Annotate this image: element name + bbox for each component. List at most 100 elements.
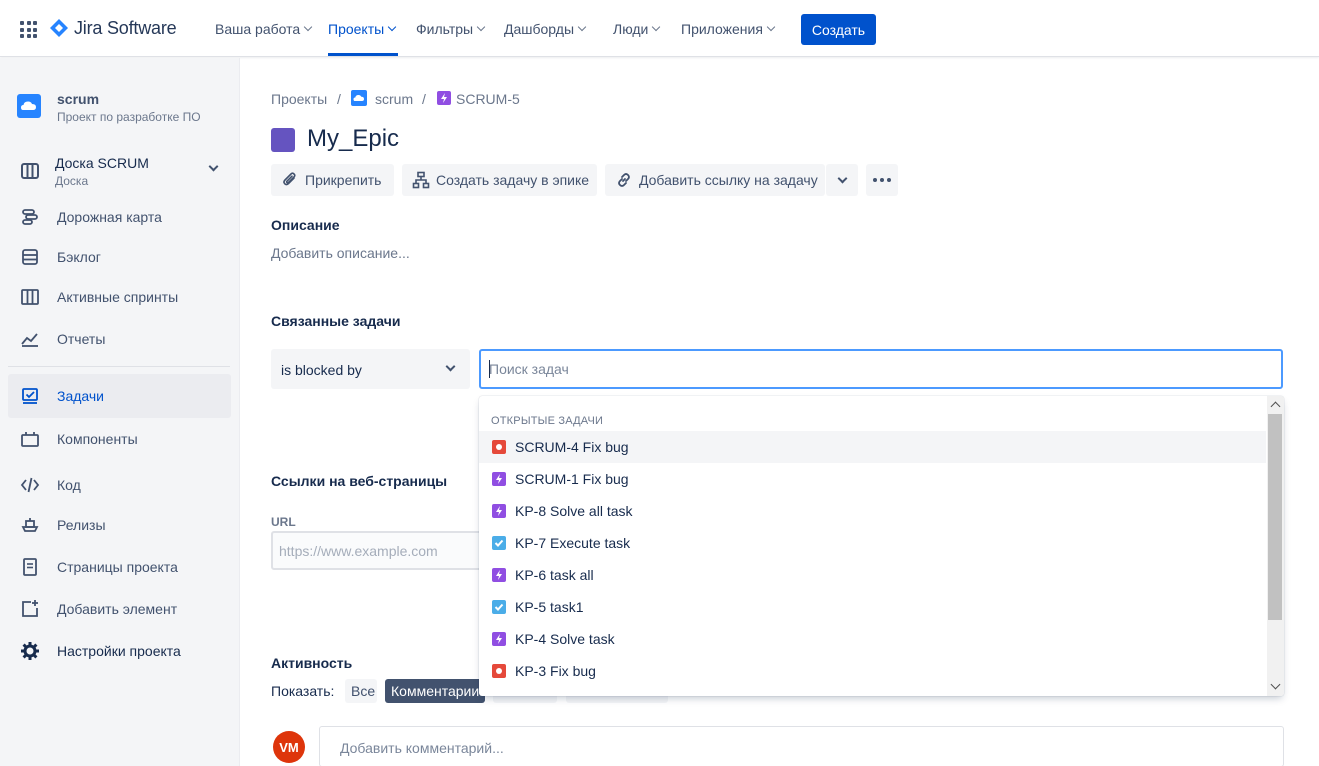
sidebar-item-label: Бэклог — [57, 249, 101, 265]
create-issue-in-epic-button[interactable]: Создать задачу в эпике — [402, 164, 597, 196]
dropdown-item[interactable]: SCRUM-4 Fix bug — [479, 431, 1266, 463]
reports-icon — [20, 329, 40, 349]
activity-filter-comments[interactable]: Комментарии — [385, 679, 485, 703]
dropdown-item[interactable]: SCRUM-1 Fix bug — [479, 463, 1266, 495]
attach-label: Прикрепить — [305, 172, 382, 188]
board-icon — [20, 161, 40, 181]
sidebar-item-label: Активные спринты — [57, 289, 179, 305]
add-link-label: Добавить ссылку на задачу — [639, 172, 818, 188]
nav-filters[interactable]: Фильтры — [416, 21, 486, 37]
sidebar-item-sprints[interactable]: Активные спринты — [8, 275, 231, 319]
add-item-icon — [20, 599, 40, 619]
hierarchy-icon — [412, 171, 430, 189]
project-name[interactable]: scrum — [57, 91, 99, 107]
nav-people[interactable]: Люди — [613, 21, 661, 37]
add-issue-link-button[interactable]: Добавить ссылку на задачу — [605, 164, 825, 196]
create-button[interactable]: Создать — [801, 14, 876, 45]
attach-button[interactable]: Прикрепить — [271, 164, 394, 196]
link-icon — [615, 171, 633, 189]
sidebar-item-label: Дорожная карта — [57, 209, 162, 225]
dropdown-item[interactable]: KP-7 Execute task — [479, 527, 1266, 559]
comment-field[interactable]: Добавить комментарий... — [319, 726, 1284, 766]
add-link-dropdown-button[interactable] — [826, 164, 858, 196]
sidebar-item-label: Код — [57, 477, 81, 493]
chevron-down-icon — [837, 173, 847, 183]
top-navigation: Jira Software Ваша работа Проекты Фильтр… — [0, 0, 1319, 57]
project-sidebar: scrum Проект по разработке ПО Доска SCRU… — [0, 58, 240, 766]
more-actions-button[interactable] — [866, 164, 898, 196]
code-icon — [20, 475, 40, 495]
sidebar-item-releases[interactable]: Релизы — [8, 503, 231, 547]
sidebar-item-add[interactable]: Добавить элемент — [8, 587, 231, 631]
sidebar-item-backlog[interactable]: Бэклог — [8, 235, 231, 279]
issue-search-field[interactable] — [479, 349, 1283, 389]
dropdown-item[interactable]: KP-4 Solve task — [479, 623, 1266, 655]
sidebar-item-pages[interactable]: Страницы проекта — [8, 545, 231, 589]
breadcrumb-separator: / — [337, 91, 341, 107]
chevron-down-icon — [766, 22, 776, 32]
app-switcher-icon[interactable] — [20, 21, 37, 38]
description-heading: Описание — [271, 217, 340, 233]
scrollbar-thumb[interactable] — [1268, 414, 1282, 620]
epic-color-icon — [271, 128, 295, 152]
pages-icon — [20, 557, 40, 577]
breadcrumb-separator: / — [422, 91, 426, 107]
sidebar-item-label: Страницы проекта — [57, 559, 178, 575]
dropdown-item-label: KP-5 task1 — [515, 599, 584, 615]
sidebar-item-issues[interactable]: Задачи — [8, 374, 231, 418]
more-icon — [873, 178, 891, 182]
roadmap-icon — [20, 207, 40, 227]
dropdown-item[interactable]: KP-6 task all — [479, 559, 1266, 591]
chevron-down-icon[interactable] — [208, 161, 219, 172]
dropdown-item-label: KP-6 task all — [515, 567, 594, 583]
dropdown-item-label: KP-8 Solve all task — [515, 503, 633, 519]
chevron-down-icon — [445, 361, 456, 372]
avatar[interactable]: VM — [273, 731, 305, 763]
sidebar-divider — [8, 366, 230, 367]
nav-your-work[interactable]: Ваша работа — [215, 21, 313, 37]
nav-apps[interactable]: Приложения — [681, 21, 776, 37]
dropdown-scrollbar[interactable] — [1267, 396, 1284, 696]
sidebar-item-code[interactable]: Код — [8, 463, 231, 507]
dropdown-item-label: KP-4 Solve task — [515, 631, 615, 647]
epic-icon — [492, 632, 506, 646]
nav-dashboards[interactable]: Дашборды — [504, 21, 587, 37]
scroll-down-arrow-icon[interactable] — [1270, 679, 1281, 690]
task-icon — [492, 536, 506, 550]
sidebar-item-label: Отчеты — [57, 331, 106, 347]
description-placeholder[interactable]: Добавить описание... — [271, 245, 410, 261]
dropdown-item-label: KP-7 Execute task — [515, 535, 631, 551]
nav-projects[interactable]: Проекты — [328, 21, 397, 37]
breadcrumb-issue-key[interactable]: SCRUM-5 — [456, 91, 520, 107]
project-avatar[interactable] — [17, 94, 41, 118]
gear-icon — [20, 641, 40, 661]
sidebar-item-label: Задачи — [57, 388, 105, 404]
breadcrumb-project[interactable]: scrum — [375, 91, 413, 107]
url-input[interactable] — [279, 533, 469, 568]
dropdown-item[interactable]: KP-3 Fix bug — [479, 655, 1266, 687]
paperclip-icon — [281, 171, 299, 189]
components-icon — [20, 429, 40, 449]
issue-title[interactable]: My_Epic — [307, 125, 399, 153]
sidebar-board-sub: Доска — [55, 174, 89, 188]
dropdown-item-label: SCRUM-1 Fix bug — [515, 471, 629, 487]
sidebar-item-settings[interactable]: Настройки проекта — [8, 629, 231, 673]
backlog-icon — [20, 247, 40, 267]
jira-logo[interactable]: Jira Software — [50, 17, 177, 39]
dropdown-section-heading: ОТКРЫТЫЕ ЗАДАЧИ — [491, 415, 604, 427]
sidebar-item-components[interactable]: Компоненты — [8, 417, 231, 461]
sidebar-item-label: Настройки проекта — [57, 643, 181, 659]
dropdown-item[interactable]: KP-8 Solve all task — [479, 495, 1266, 527]
dropdown-item[interactable]: KP-5 task1 — [479, 591, 1266, 623]
url-label: URL — [271, 515, 296, 529]
activity-filter-all[interactable]: Все — [345, 679, 377, 703]
breadcrumb-projects[interactable]: Проекты — [271, 91, 327, 107]
issue-search-input[interactable] — [489, 351, 1269, 387]
bug-icon — [492, 440, 506, 454]
link-type-select[interactable]: is blocked by — [271, 349, 470, 389]
sidebar-item-board[interactable]: Доска SCRUM Доска — [8, 149, 231, 193]
sidebar-item-roadmap[interactable]: Дорожная карта — [8, 195, 231, 239]
text-caret — [489, 360, 490, 378]
scroll-up-arrow-icon[interactable] — [1270, 401, 1281, 412]
sidebar-item-reports[interactable]: Отчеты — [8, 317, 231, 361]
